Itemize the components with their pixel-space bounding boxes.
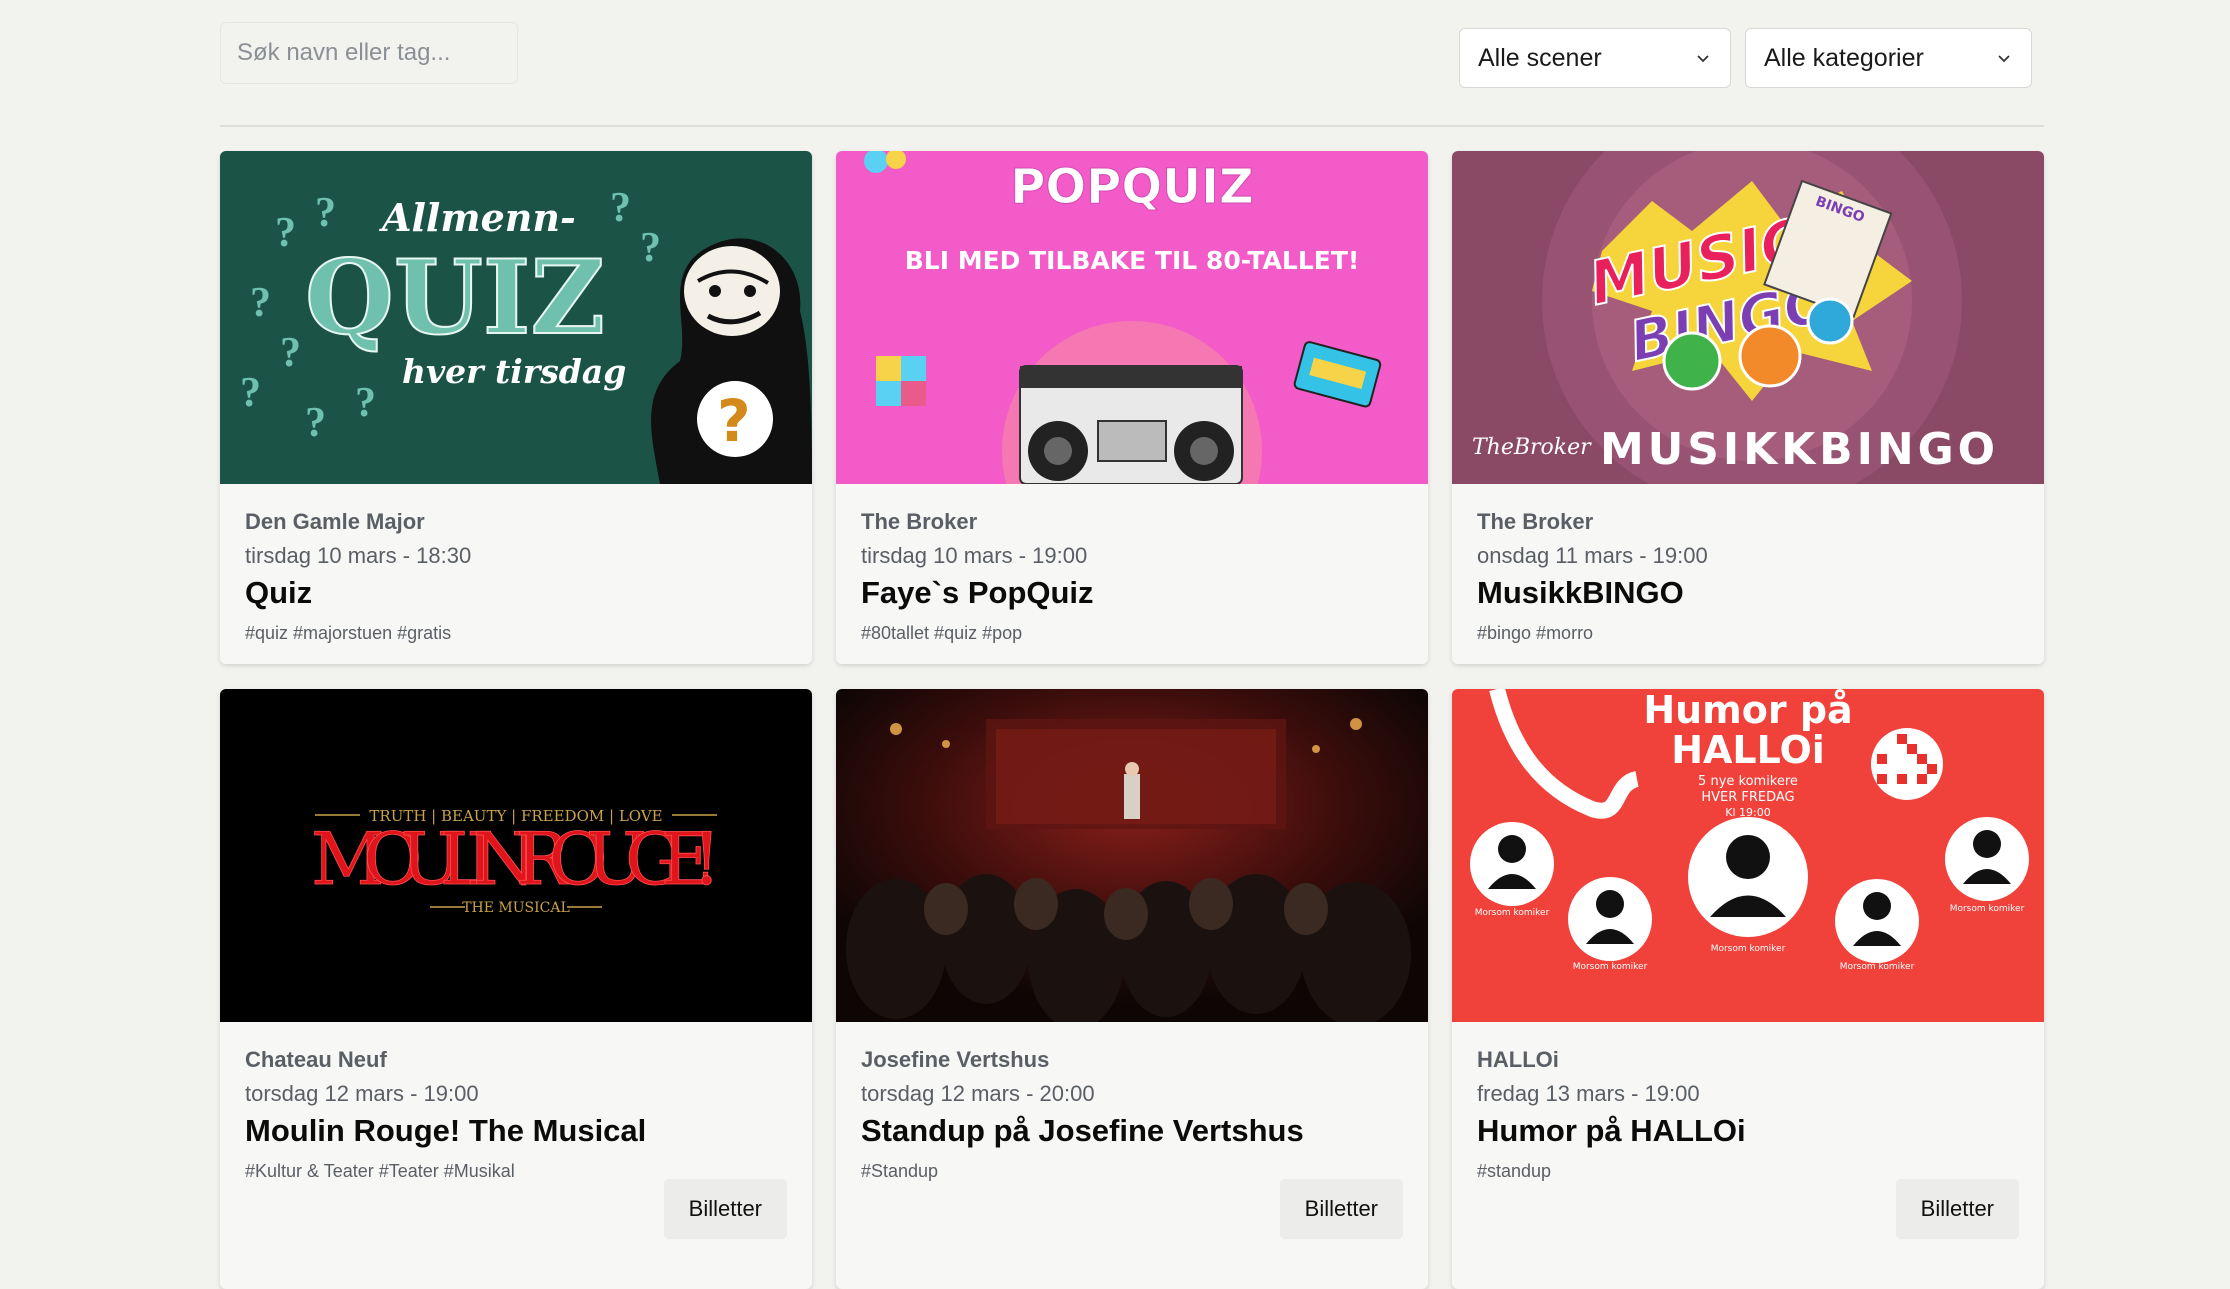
tickets-button[interactable]: Billetter: [1279, 1179, 1403, 1239]
image-text: HVER FREDAG: [1701, 790, 1794, 805]
category-select-value: Alle kategorier: [1764, 43, 1924, 72]
image-text: BLI MED TILBAKE TIL 80-TALLET!: [905, 246, 1360, 275]
event-card[interactable]: Josefine Vertshus torsdag 12 mars - 20:0…: [836, 689, 1428, 1289]
event-image[interactable]: MUSIC BINGO! BINGO TheBroker MUSIKKBINGO: [1452, 151, 2044, 484]
svg-text:?: ?: [717, 387, 751, 455]
event-info: Den Gamle Major tirsdag 10 mars - 18:30 …: [220, 484, 812, 664]
svg-text:?: ?: [240, 370, 261, 416]
event-info: Chateau Neuf torsdag 12 mars - 19:00 Mou…: [220, 1022, 812, 1289]
event-tags: #Kultur & Teater #Teater #Musikal: [245, 1161, 515, 1181]
tickets-button[interactable]: Billetter: [1895, 1179, 2019, 1239]
search-input[interactable]: [235, 38, 503, 68]
event-title[interactable]: Faye`s PopQuiz: [861, 575, 1094, 611]
chevron-down-icon: [1998, 55, 2010, 63]
image-text: MOULIN ROUGE!: [311, 817, 721, 901]
svg-text:?: ?: [250, 280, 271, 326]
image-text: Morsom komiker: [1475, 908, 1550, 918]
event-title[interactable]: Quiz: [245, 575, 312, 611]
event-date: torsdag 12 mars - 19:00: [245, 1081, 479, 1106]
event-date: tirsdag 10 mars - 19:00: [861, 543, 1088, 568]
event-tags: #quiz #majorstuen #gratis: [245, 623, 452, 643]
image-text: 5 nye komikere: [1698, 774, 1798, 789]
event-image[interactable]: ??? ??? ??? Allmenn- QUIZ hver tirsdag ?: [220, 151, 812, 484]
tickets-button[interactable]: Billetter: [663, 1179, 787, 1239]
event-card[interactable]: MUSIC BINGO! BINGO TheBroker MUSIKKBINGO…: [1452, 151, 2044, 664]
event-title[interactable]: Standup på Josefine Vertshus: [861, 1113, 1304, 1149]
image-text: hver tirsdag: [402, 352, 626, 391]
svg-text:?: ?: [640, 225, 661, 271]
svg-text:?: ?: [305, 400, 326, 446]
image-text: Allmenn-: [379, 195, 576, 240]
chevron-down-icon: [1697, 55, 1709, 63]
event-title[interactable]: MusikkBINGO: [1477, 575, 1684, 611]
event-date: tirsdag 10 mars - 18:30: [245, 543, 472, 568]
event-title[interactable]: Humor på HALLOi: [1477, 1113, 1746, 1149]
event-date: onsdag 11 mars - 19:00: [1477, 543, 1708, 568]
image-text: Morsom komiker: [1711, 944, 1786, 954]
svg-text:?: ?: [280, 330, 301, 376]
event-info: HALLOi fredag 13 mars - 19:00 Humor på H…: [1452, 1022, 2044, 1289]
image-text: MUSIKKBINGO: [1600, 424, 1995, 475]
event-image[interactable]: [836, 689, 1428, 1022]
event-date: torsdag 12 mars - 20:00: [861, 1081, 1095, 1106]
event-venue: The Broker: [1477, 509, 1594, 534]
event-info: The Broker onsdag 11 mars - 19:00 Musikk…: [1452, 484, 2044, 664]
image-text: TheBroker: [1472, 435, 1592, 460]
image-text: QUIZ: [305, 238, 605, 358]
event-venue: Josefine Vertshus: [861, 1047, 1050, 1072]
event-image[interactable]: Humor på HALLOi 5 nye komikere HVER FRED…: [1452, 689, 2044, 1022]
image-text: HALLOi: [1671, 728, 1825, 772]
image-text: THE MUSICAL: [462, 900, 570, 916]
event-venue: Chateau Neuf: [245, 1047, 387, 1072]
event-image[interactable]: TRUTH | BEAUTY | FREEDOM | LOVE MOULIN R…: [220, 689, 812, 1022]
image-text: Morsom komiker: [1840, 962, 1915, 972]
event-tags: #80tallet #quiz #pop: [861, 623, 1023, 643]
scene-select[interactable]: Alle scener: [1459, 28, 1731, 88]
image-text: Morsom komiker: [1573, 962, 1648, 972]
event-card[interactable]: Humor på HALLOi 5 nye komikere HVER FRED…: [1452, 689, 2044, 1289]
event-title[interactable]: Moulin Rouge! The Musical: [245, 1113, 646, 1149]
image-text: Humor på: [1643, 689, 1852, 732]
event-image[interactable]: POPQUIZ BLI MED TILBAKE TIL 80-TALLET!: [836, 151, 1428, 484]
image-text: Morsom komiker: [1950, 904, 2025, 914]
event-info: Josefine Vertshus torsdag 12 mars - 20:0…: [836, 1022, 1428, 1289]
event-info: The Broker tirsdag 10 mars - 19:00 Faye`…: [836, 484, 1428, 664]
event-date: fredag 13 mars - 19:00: [1477, 1081, 1700, 1106]
svg-text:?: ?: [355, 380, 376, 426]
event-venue: Den Gamle Major: [245, 509, 425, 534]
divider: [220, 125, 2044, 127]
svg-text:?: ?: [315, 190, 336, 236]
svg-text:?: ?: [610, 185, 631, 231]
event-card[interactable]: ??? ??? ??? Allmenn- QUIZ hver tirsdag ?…: [220, 151, 812, 664]
svg-text:?: ?: [275, 210, 296, 256]
event-tags: #bingo #morro: [1477, 623, 1594, 643]
event-card[interactable]: POPQUIZ BLI MED TILBAKE TIL 80-TALLET! T…: [836, 151, 1428, 664]
scene-select-value: Alle scener: [1478, 43, 1602, 72]
event-tags: #standup: [1477, 1161, 1552, 1181]
search-field[interactable]: [220, 22, 518, 84]
event-tags: #Standup: [861, 1161, 939, 1181]
event-venue: The Broker: [861, 509, 978, 534]
image-text: POPQUIZ: [1010, 159, 1254, 215]
category-select[interactable]: Alle kategorier: [1745, 28, 2032, 88]
event-venue: HALLOi: [1477, 1047, 1559, 1072]
event-card[interactable]: TRUTH | BEAUTY | FREEDOM | LOVE MOULIN R…: [220, 689, 812, 1289]
